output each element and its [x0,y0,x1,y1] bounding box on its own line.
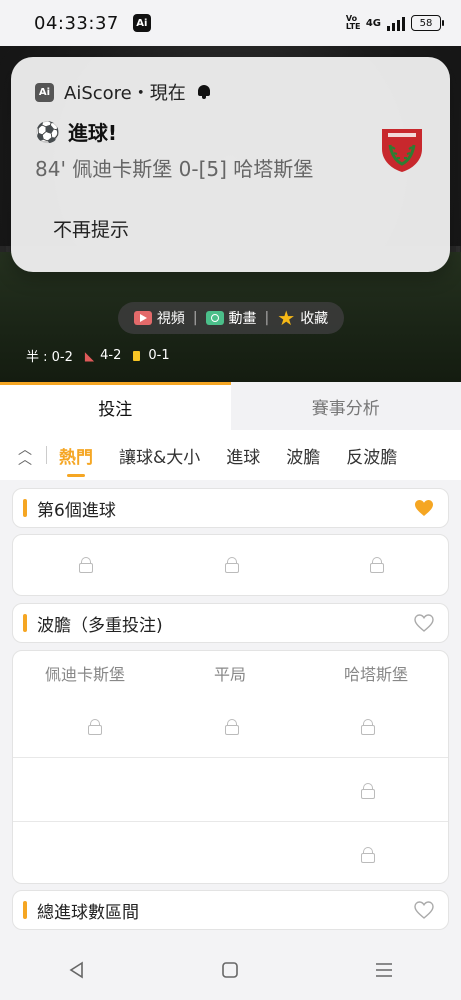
column-header-away: 哈塔斯堡 [343,665,408,684]
status-bar: 04:33:37 Ai Vo LTE 4G 58 [0,0,461,46]
match-stats: 半 : 0-2 ◣ 4-2 0-1 [26,346,170,365]
bell-icon [196,84,212,100]
lock-icon [361,719,375,735]
corner-count: 4-2 [100,348,122,363]
notification-header: Ai AiScore・現在 [35,79,212,105]
team-logo-icon [382,129,422,172]
subnav-handicap-total[interactable]: 讓球&大小 [119,443,200,468]
recents-button[interactable] [364,950,404,990]
soccer-ball-icon: ⚽ [35,119,60,144]
accent-bar [23,614,27,632]
ai-app-icon: Ai [132,14,151,32]
lock-icon [225,557,239,573]
subnav-goals[interactable]: 進球 [226,443,260,468]
video-label: 視頻 [156,311,185,327]
signal-icon [387,15,405,31]
row-divider [13,757,448,758]
favorite-button[interactable]: ★ 收藏 [277,308,328,328]
subnav-correct-score[interactable]: 波膽 [286,443,320,468]
accent-bar [23,499,27,517]
section-title: 總進球數區間 [37,902,139,923]
row-divider [13,821,448,822]
battery-level: 58 [419,17,433,29]
corner-flag-icon: ◣ [84,348,95,363]
markets-content: 第6個進球 波膽（多重投注) 佩迪卡斯堡 平局 哈塔斯堡 總進球數區間 [0,480,461,940]
notification-title: ⚽ 進球! [35,117,117,146]
corner-stat: ◣ 4-2 [85,348,121,363]
dont-remind-button[interactable]: 不再提示 [53,215,129,242]
heart-outline-icon[interactable] [414,614,434,632]
system-nav-bar [0,940,461,1000]
market-subnav: ︿ ︿ 熱門 讓球&大小 進球 波膽 反波膽 [0,430,461,480]
video-icon [133,311,152,325]
section-sixth-goal[interactable]: 第6個進球 [12,488,449,528]
section-title: 第6個進球 [37,500,116,521]
battery-icon: 58 [411,15,444,31]
correct-score-card: 佩迪卡斯堡 平局 哈塔斯堡 [12,650,449,884]
media-bar: 視頻 | 動畫 | ★ 收藏 [118,302,344,334]
animation-button[interactable]: 動畫 [205,308,257,328]
favorite-label: 收藏 [300,311,329,327]
video-button[interactable]: 視頻 [133,308,185,328]
main-tabs: 投注 賽事分析 [0,382,461,430]
yellow-card-icon [133,350,141,361]
back-triangle-icon [69,961,83,979]
tab-analysis[interactable]: 賽事分析 [230,382,461,430]
menu-lines-icon [376,963,393,977]
volte-icon: Vo LTE [345,14,361,31]
divider: | [264,310,270,326]
home-square-icon [222,962,239,978]
lock-icon [88,719,102,735]
divider: | [192,310,198,326]
column-header-home: 佩迪卡斯堡 [44,665,125,684]
heart-outline-icon[interactable] [414,901,434,919]
home-button[interactable] [210,950,250,990]
animation-label: 動畫 [228,311,257,327]
subnav-anti-correct-score[interactable]: 反波膽 [346,443,397,468]
animation-icon [205,311,224,325]
section-total-goals[interactable]: 總進球數區間 [12,890,449,930]
lock-icon [361,783,375,799]
section-correct-score[interactable]: 波膽（多重投注) [12,603,449,643]
column-header-draw: 平局 [213,665,246,684]
lock-icon [225,719,239,735]
lock-icon [370,557,384,573]
subnav-hot[interactable]: 熱門 [59,443,93,477]
section-title: 波膽（多重投注) [37,615,163,636]
star-icon: ★ [277,306,296,330]
divider [46,446,47,464]
goal-notification[interactable]: Ai AiScore・現在 ⚽ 進球! 84' 佩迪卡斯堡 0-[5] 哈塔斯堡… [11,57,450,272]
lock-icon [361,847,375,863]
notification-title-text: 進球! [67,121,118,145]
heart-filled-icon[interactable] [414,499,434,517]
card-stat: 0-1 [133,348,170,363]
collapse-chevrons-icon[interactable]: ︿ ︿ [14,443,36,467]
back-button[interactable] [57,950,97,990]
notification-body: 84' 佩迪卡斯堡 0-[5] 哈塔斯堡 [35,157,314,181]
status-time: 04:33:37 [34,12,119,34]
card-count: 0-1 [148,348,170,363]
notification-app-name: AiScore・現在 [64,83,186,104]
aiscore-app-icon: Ai [35,82,54,102]
sixth-goal-card [12,534,449,596]
network-type: 4G [365,17,381,29]
status-indicators: Vo LTE 4G 58 [345,14,444,31]
accent-bar [23,901,27,919]
lock-icon [79,557,93,573]
tab-bet[interactable]: 投注 [0,382,231,430]
half-score: 半 : 0-2 [26,350,73,365]
